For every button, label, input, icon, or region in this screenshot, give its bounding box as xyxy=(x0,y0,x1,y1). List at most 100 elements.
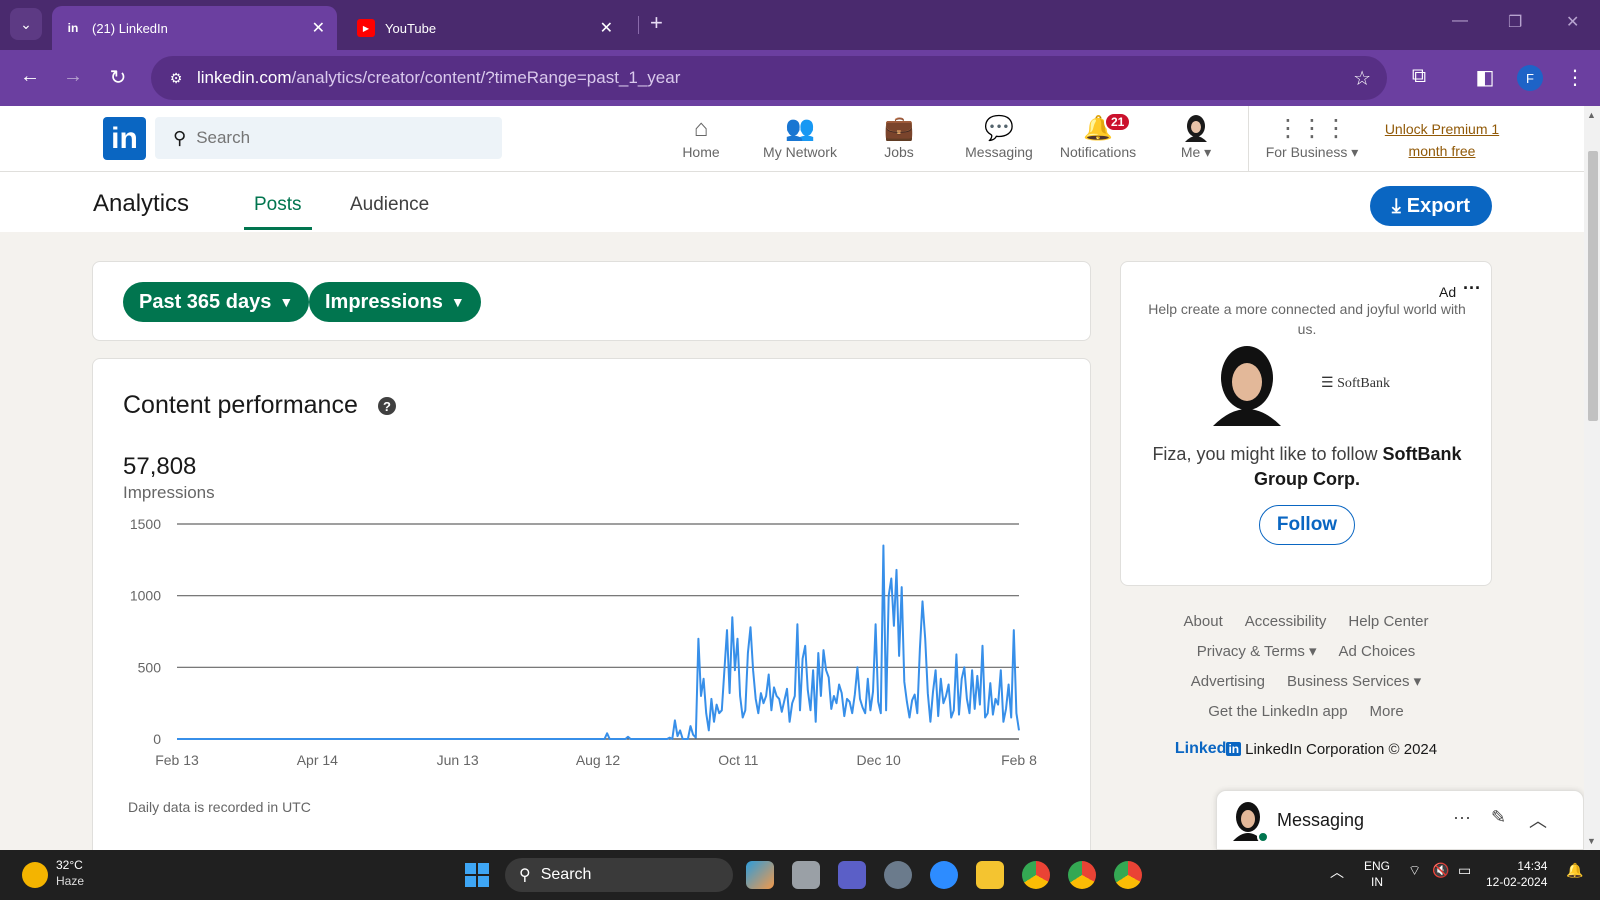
tab-posts[interactable]: Posts xyxy=(254,194,302,216)
linkedin-global-nav: in ⚲ ⌂ Home 👥 My Network 💼 Jobs 💬 Messag… xyxy=(0,106,1584,172)
footer-link-business-services[interactable]: Business Services ▾ xyxy=(1287,672,1421,690)
more-options-icon[interactable]: ··· xyxy=(1463,278,1481,299)
search-input[interactable] xyxy=(196,128,477,148)
footer-link-advertising[interactable]: Advertising xyxy=(1191,673,1265,690)
nav-jobs[interactable]: 💼 Jobs xyxy=(851,114,947,160)
messaging-overlay[interactable]: Messaging ··· ✎ ︿ xyxy=(1216,790,1584,850)
taskbar-search[interactable]: ⚲ Search xyxy=(505,858,733,892)
chrome-app-icon[interactable] xyxy=(1022,861,1050,889)
tab-search-button[interactable]: ⌄ xyxy=(10,8,42,40)
footer-link-help-center[interactable]: Help Center xyxy=(1348,613,1428,630)
wifi-icon[interactable]: ⌔ xyxy=(1408,862,1421,880)
online-status-dot xyxy=(1257,831,1269,843)
tab-separator xyxy=(638,16,639,34)
nav-label: My Network xyxy=(763,144,837,160)
scroll-down-icon[interactable]: ▼ xyxy=(1587,836,1596,846)
tab-title: YouTube xyxy=(385,20,437,36)
chevron-up-icon[interactable]: ︿ xyxy=(1529,807,1547,833)
tab-linkedin[interactable]: in (21) LinkedIn ✕ xyxy=(52,6,337,50)
chrome-app-icon[interactable] xyxy=(1114,861,1142,889)
tab-youtube[interactable]: ▶ YouTube ✕ xyxy=(345,6,625,50)
copilot-app-icon[interactable] xyxy=(746,861,774,889)
language-code: ENG xyxy=(1364,859,1391,873)
chrome-app-icon[interactable] xyxy=(1068,861,1096,889)
window-close-icon[interactable]: ✕ xyxy=(1566,12,1579,32)
time-range-dropdown[interactable]: Past 365 days ▼ xyxy=(123,282,310,322)
nav-label: For Business ▾ xyxy=(1265,144,1359,160)
notification-bell-icon[interactable]: 🔔 xyxy=(1566,862,1583,879)
site-info-icon[interactable]: ⚙ xyxy=(163,65,189,91)
task-view-icon[interactable] xyxy=(792,861,820,889)
premium-line: Unlock Premium 1 xyxy=(1384,121,1500,137)
date: 12-02-2024 xyxy=(1486,875,1548,889)
region-code: IN xyxy=(1371,875,1383,889)
weather-condition: Haze xyxy=(56,874,85,888)
metric-label: Impressions xyxy=(325,290,443,313)
side-panel-icon[interactable]: ◧ xyxy=(1472,65,1498,90)
volume-muted-icon[interactable]: 🔇 xyxy=(1432,862,1449,879)
metric-value: 57,808 xyxy=(123,453,197,480)
profile-avatar[interactable]: F xyxy=(1517,65,1543,91)
windows-start-icon[interactable] xyxy=(465,863,489,887)
language-indicator[interactable]: ENG IN xyxy=(1364,858,1390,890)
extensions-icon[interactable]: ⧉ xyxy=(1406,65,1432,88)
tab-audience[interactable]: Audience xyxy=(350,194,429,216)
weather-icon[interactable] xyxy=(22,862,48,888)
page-scrollbar[interactable]: ▲ ▼ xyxy=(1584,106,1600,850)
copyright: Linked in LinkedIn Corporation © 2024 xyxy=(1120,740,1492,758)
zoom-app-icon[interactable] xyxy=(930,861,958,889)
clock[interactable]: 14:34 12-02-2024 xyxy=(1486,858,1547,890)
compose-icon[interactable]: ✎ xyxy=(1491,807,1506,828)
nav-for-business[interactable]: ⋮⋮⋮ For Business ▾ xyxy=(1262,114,1362,161)
bookmark-star-icon[interactable]: ☆ xyxy=(1353,66,1371,91)
search-icon: ⚲ xyxy=(173,127,187,148)
nav-my-network[interactable]: 👥 My Network xyxy=(752,114,848,160)
briefcase-icon: 💼 xyxy=(884,115,914,142)
search-box[interactable]: ⚲ xyxy=(155,117,502,159)
scroll-up-icon[interactable]: ▲ xyxy=(1587,110,1596,120)
metric-dropdown[interactable]: Impressions ▼ xyxy=(309,282,481,322)
forward-icon[interactable]: → xyxy=(60,65,86,88)
footer-link-more[interactable]: More xyxy=(1370,703,1404,720)
new-tab-button[interactable]: + xyxy=(650,10,663,36)
export-button[interactable]: ⤓ Export xyxy=(1370,186,1492,226)
footer-link-get-app[interactable]: Get the LinkedIn app xyxy=(1208,703,1347,720)
scroll-thumb[interactable] xyxy=(1588,151,1598,421)
impressions-series-line[interactable] xyxy=(177,544,1020,740)
nav-home[interactable]: ⌂ Home xyxy=(653,114,749,160)
battery-icon[interactable]: ▭ xyxy=(1458,862,1471,879)
x-tick-label: Apr 14 xyxy=(297,752,338,768)
nav-messaging[interactable]: 💬 Messaging xyxy=(951,114,1047,160)
x-tick-label: Feb 13 xyxy=(155,752,199,768)
filters-card: Past 365 days ▼ Impressions ▼ xyxy=(92,261,1091,341)
close-icon[interactable]: ✕ xyxy=(600,18,613,38)
reload-icon[interactable]: ↻ xyxy=(105,65,131,90)
x-tick-label: Feb 8 xyxy=(1001,752,1037,768)
member-avatar xyxy=(1209,344,1285,426)
browser-menu-icon[interactable]: ⋮ xyxy=(1562,65,1588,90)
address-bar[interactable]: ⚙ linkedin.com/analytics/creator/content… xyxy=(151,56,1387,100)
file-explorer-icon[interactable] xyxy=(976,861,1004,889)
restore-icon[interactable]: ❐ xyxy=(1508,12,1522,32)
footer-link-privacy-terms[interactable]: Privacy & Terms ▾ xyxy=(1197,642,1317,660)
chat-app-icon[interactable] xyxy=(838,861,866,889)
nav-me[interactable]: Me ▾ xyxy=(1148,114,1244,161)
chart-footnote: Daily data is recorded in UTC xyxy=(128,799,311,815)
footer-link-ad-choices[interactable]: Ad Choices xyxy=(1339,643,1416,660)
help-icon[interactable]: ? xyxy=(378,397,396,415)
linkedin-logo[interactable]: in xyxy=(103,117,146,160)
footer-link-accessibility[interactable]: Accessibility xyxy=(1245,613,1327,630)
footer-link-about[interactable]: About xyxy=(1184,613,1223,630)
nav-notifications[interactable]: 🔔 21 Notifications xyxy=(1050,112,1146,160)
minimize-icon[interactable]: — xyxy=(1452,12,1468,30)
url-text[interactable]: linkedin.com/analytics/creator/content/?… xyxy=(197,68,680,88)
section-title: Content performance xyxy=(123,391,358,419)
settings-app-icon[interactable] xyxy=(884,861,912,889)
time: 14:34 xyxy=(1517,859,1548,873)
follow-button[interactable]: Follow xyxy=(1259,505,1355,545)
more-options-icon[interactable]: ··· xyxy=(1453,807,1471,828)
back-icon[interactable]: ← xyxy=(17,65,43,88)
close-icon[interactable]: ✕ xyxy=(312,18,325,38)
premium-upsell-link[interactable]: Unlock Premium 1 month free xyxy=(1372,118,1512,162)
tray-chevron-icon[interactable]: ︿ xyxy=(1330,862,1344,882)
